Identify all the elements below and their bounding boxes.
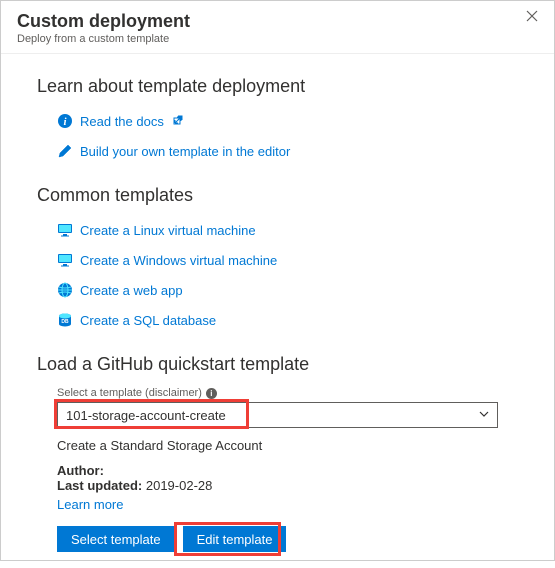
- external-link-icon: [173, 115, 183, 128]
- windows-vm-link[interactable]: Create a Windows virtual machine: [57, 248, 518, 272]
- info-icon: i: [57, 113, 73, 129]
- monitor-icon: [57, 252, 73, 268]
- monitor-icon: [57, 222, 73, 238]
- globe-icon: [57, 282, 73, 298]
- build-template-label: Build your own template in the editor: [80, 144, 290, 159]
- learn-heading: Learn about template deployment: [37, 76, 518, 97]
- github-heading: Load a GitHub quickstart template: [37, 354, 518, 375]
- close-icon: [526, 10, 538, 22]
- info-tooltip-icon[interactable]: i: [206, 388, 217, 399]
- read-docs-link[interactable]: i Read the docs: [57, 109, 518, 133]
- linux-vm-link[interactable]: Create a Linux virtual machine: [57, 218, 518, 242]
- blade-subtitle: Deploy from a custom template: [17, 33, 538, 45]
- pencil-icon: [57, 143, 73, 159]
- blade-title: Custom deployment: [17, 11, 538, 32]
- template-select-dropdown[interactable]: [57, 402, 498, 428]
- webapp-label: Create a web app: [80, 283, 183, 298]
- sql-label: Create a SQL database: [80, 313, 216, 328]
- close-button[interactable]: [522, 9, 542, 29]
- updated-row: Last updated: 2019-02-28: [57, 478, 518, 493]
- webapp-link[interactable]: Create a web app: [57, 278, 518, 302]
- learn-more-link[interactable]: Learn more: [57, 497, 123, 512]
- database-icon: DB: [57, 312, 73, 328]
- sql-link[interactable]: DB Create a SQL database: [57, 308, 518, 332]
- common-heading: Common templates: [37, 185, 518, 206]
- build-template-link[interactable]: Build your own template in the editor: [57, 139, 518, 163]
- windows-vm-label: Create a Windows virtual machine: [80, 253, 277, 268]
- template-select-label: Select a template (disclaimer) i: [57, 387, 518, 399]
- linux-vm-label: Create a Linux virtual machine: [80, 223, 256, 238]
- edit-template-button[interactable]: Edit template: [183, 526, 287, 552]
- read-docs-label: Read the docs: [80, 114, 164, 129]
- template-description: Create a Standard Storage Account: [57, 438, 518, 453]
- author-row: Author:: [57, 463, 518, 478]
- select-template-button[interactable]: Select template: [57, 526, 175, 552]
- svg-text:DB: DB: [61, 319, 69, 325]
